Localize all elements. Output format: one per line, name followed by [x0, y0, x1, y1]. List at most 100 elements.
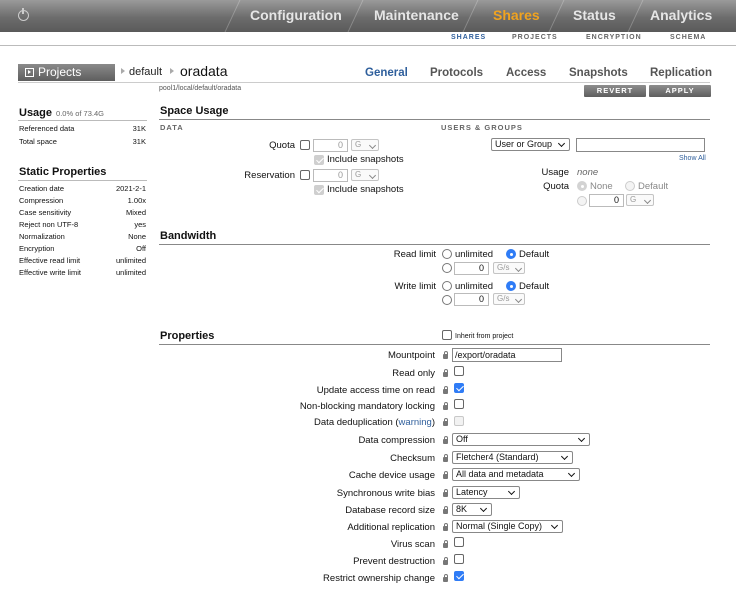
- properties-heading: Properties: [160, 330, 215, 342]
- reservation-label: Reservation: [244, 170, 295, 181]
- subnav-projects[interactable]: PROJECTS: [512, 34, 558, 41]
- ug-quota-unit-select[interactable]: G: [626, 194, 654, 206]
- write-limit-input[interactable]: 0: [454, 293, 489, 306]
- nav-shares[interactable]: Shares: [493, 7, 540, 23]
- usage-heading: Usage 0.0% of 73.4G: [19, 107, 104, 119]
- read-only-checkbox[interactable]: [454, 366, 464, 376]
- dedup-label-text: Data deduplication: [314, 417, 393, 428]
- inherit-checkbox[interactable]: [442, 330, 452, 340]
- read-default-radio[interactable]: [506, 249, 516, 259]
- reservation-checkbox[interactable]: [300, 170, 310, 180]
- revert-button[interactable]: REVERT: [584, 85, 646, 97]
- write-unlimited-radio[interactable]: [442, 281, 452, 291]
- static-row: Normalization None: [19, 230, 146, 242]
- lock-icon: [443, 436, 448, 444]
- static-row: Effective read limit unlimited: [19, 254, 146, 266]
- tab-general[interactable]: General: [365, 67, 408, 79]
- reservation-include-snapshots-label: Include snapshots: [327, 184, 404, 195]
- checksum-select[interactable]: Fletcher4 (Standard): [452, 451, 573, 464]
- compression-label: Data compression: [358, 435, 435, 446]
- reservation-include-snapshots-checkbox[interactable]: [314, 185, 324, 195]
- virus-scan-checkbox[interactable]: [454, 537, 464, 547]
- nav-analytics[interactable]: Analytics: [650, 7, 712, 23]
- bandwidth-heading: Bandwidth: [160, 230, 217, 242]
- row-value: Mixed: [125, 208, 146, 217]
- subnav-shares[interactable]: SHARES: [451, 34, 486, 41]
- lock-icon: [443, 557, 448, 565]
- row-key: Encryption: [19, 244, 55, 253]
- divider: [159, 344, 710, 345]
- nav-separator: [548, 0, 565, 32]
- atime-checkbox[interactable]: [454, 383, 464, 393]
- recordsize-select[interactable]: 8K: [452, 503, 492, 516]
- mountpoint-input[interactable]: /export/oradata: [452, 348, 562, 362]
- tab-replication[interactable]: Replication: [650, 67, 712, 79]
- virus-scan-label: Virus scan: [390, 539, 435, 550]
- row-value: None: [128, 232, 146, 241]
- static-row: Creation date 2021-2-1: [19, 182, 146, 194]
- quota-include-snapshots-checkbox[interactable]: [314, 155, 324, 165]
- usage-summary: 0.0% of 73.4G: [56, 109, 104, 118]
- row-key: Total space: [19, 137, 57, 146]
- write-custom-radio[interactable]: [442, 295, 452, 305]
- user-group-input[interactable]: [576, 138, 705, 152]
- nav-status[interactable]: Status: [573, 7, 616, 23]
- row-key: Effective read limit: [19, 256, 81, 265]
- power-icon[interactable]: [18, 8, 29, 21]
- subnav-encryption[interactable]: ENCRYPTION: [586, 34, 642, 41]
- share-path: pool1/local/default/oradata: [159, 85, 242, 92]
- prevent-destruction-checkbox[interactable]: [454, 554, 464, 564]
- tab-access[interactable]: Access: [506, 67, 546, 79]
- space-usage-heading: Space Usage: [160, 105, 229, 117]
- read-limit-label: Read limit: [393, 249, 436, 260]
- breadcrumb-arrow-icon: [170, 68, 174, 74]
- divider: [159, 244, 710, 245]
- user-group-select[interactable]: User or Group: [491, 138, 570, 151]
- read-limit-input[interactable]: 0: [454, 262, 489, 275]
- row-value: 2021-2-1: [115, 184, 146, 193]
- read-limit-unit-select[interactable]: G/s: [493, 262, 525, 274]
- share-name[interactable]: oradata: [180, 63, 227, 79]
- ug-usage-value: none: [577, 167, 599, 178]
- tab-protocols[interactable]: Protocols: [430, 67, 483, 79]
- reservation-unit-select[interactable]: G: [351, 169, 379, 181]
- read-unlimited-radio[interactable]: [442, 249, 452, 259]
- projects-button[interactable]: Projects: [18, 64, 115, 81]
- compression-select[interactable]: Off: [452, 433, 590, 446]
- ug-quota-default-radio[interactable]: [625, 181, 635, 191]
- lock-icon: [443, 351, 448, 359]
- row-key: Referenced data: [19, 124, 75, 133]
- nav-separator: [462, 0, 479, 32]
- nav-maintenance[interactable]: Maintenance: [374, 7, 459, 23]
- reservation-input[interactable]: 0: [313, 169, 348, 182]
- breadcrumb-project[interactable]: default: [129, 66, 162, 78]
- subnav-schema[interactable]: SCHEMA: [670, 34, 706, 41]
- divider: [18, 82, 710, 83]
- read-unlimited-label: unlimited: [455, 249, 494, 260]
- dedup-warning-link[interactable]: warning: [399, 417, 432, 428]
- nav-configuration[interactable]: Configuration: [250, 7, 342, 23]
- restrict-chown-checkbox[interactable]: [454, 571, 464, 581]
- quota-checkbox[interactable]: [300, 140, 310, 150]
- read-custom-radio[interactable]: [442, 263, 452, 273]
- tab-snapshots[interactable]: Snapshots: [569, 67, 628, 79]
- quota-unit-select[interactable]: G: [351, 139, 379, 151]
- apply-button[interactable]: APPLY: [649, 85, 711, 97]
- lock-icon: [443, 418, 448, 426]
- dedup-checkbox[interactable]: [454, 416, 464, 426]
- nbmand-checkbox[interactable]: [454, 399, 464, 409]
- show-all-link[interactable]: Show All: [679, 155, 706, 162]
- write-limit-unit-select[interactable]: G/s: [493, 293, 525, 305]
- quota-input[interactable]: 0: [313, 139, 348, 152]
- ug-quota-input[interactable]: 0: [589, 194, 624, 207]
- logbias-select[interactable]: Latency: [452, 486, 520, 499]
- expand-panel-icon: [25, 68, 34, 77]
- copies-select[interactable]: Normal (Single Copy): [452, 520, 563, 533]
- ug-quota-none-radio[interactable]: [577, 181, 587, 191]
- write-default-radio[interactable]: [506, 281, 516, 291]
- row-key: Creation date: [19, 184, 65, 193]
- lock-icon: [443, 574, 448, 582]
- cache-select[interactable]: All data and metadata: [452, 468, 580, 481]
- row-key: Effective write limit: [19, 268, 81, 277]
- ug-quota-custom-radio[interactable]: [577, 196, 587, 206]
